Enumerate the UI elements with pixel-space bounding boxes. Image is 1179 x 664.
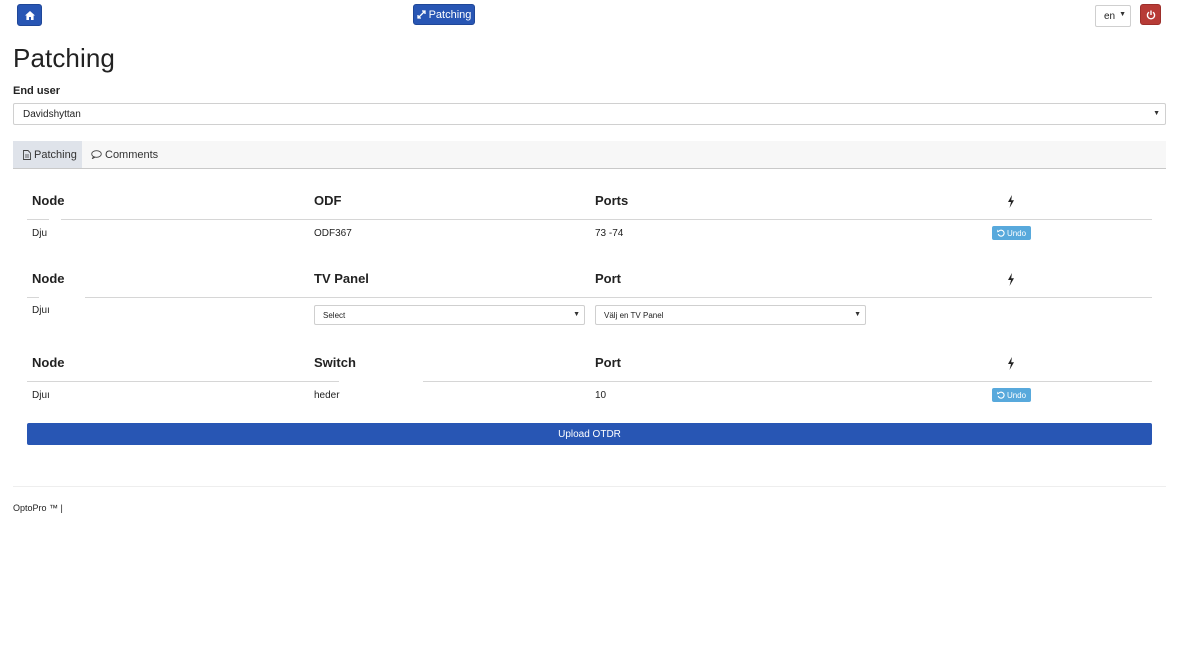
page-title: Patching (13, 43, 115, 73)
expand-arrows-icon (416, 10, 426, 19)
tv-port-select-value: Välj en TV Panel (604, 310, 664, 320)
divider (27, 381, 339, 382)
home-icon (24, 10, 35, 20)
patching-nav-button[interactable]: Patching (413, 4, 475, 25)
comment-icon (91, 150, 102, 159)
node-header: Node (32, 193, 65, 208)
tv-panel-select-value: Select (323, 310, 346, 320)
tv-port-select[interactable]: Välj en TV Panel ▼ (595, 305, 866, 325)
chevron-down-icon: ▼ (1119, 11, 1126, 18)
undo-icon (997, 229, 1005, 237)
undo-button[interactable]: Undo (992, 226, 1031, 240)
node-header: Node (32, 355, 65, 370)
footer-divider (13, 486, 1166, 487)
lightning-icon (1008, 195, 1014, 208)
undo-icon (997, 391, 1005, 399)
undo-button[interactable]: Undo (992, 388, 1031, 402)
divider (423, 381, 1152, 382)
tv-panel-select[interactable]: Select ▼ (314, 305, 585, 325)
switch-header: Switch (314, 355, 356, 370)
home-button[interactable] (17, 4, 42, 26)
ports-cell: 73 -74 (595, 228, 624, 239)
odf-node-cell: Dju (32, 228, 48, 239)
end-user-select[interactable]: Davidshyttan ▼ (13, 103, 1166, 125)
chevron-down-icon: ▼ (1153, 110, 1160, 117)
chevron-down-icon: ▼ (573, 311, 580, 318)
tab-comments[interactable]: Comments (91, 141, 158, 168)
patching-panel: Node ODF Ports Dju ODF367 73 -74 Undo No… (13, 169, 1166, 460)
undo-label: Undo (1006, 228, 1027, 238)
end-user-label: End user (13, 85, 61, 97)
language-select[interactable]: en ▼ (1095, 5, 1131, 27)
lightning-icon (1008, 273, 1014, 286)
odf-cell: ODF367 (314, 228, 352, 239)
tab-patching-label: Patching (34, 148, 77, 161)
tv-node-cell: Djuı (32, 305, 50, 316)
power-icon (1146, 10, 1155, 19)
divider (27, 219, 49, 220)
divider (61, 219, 1152, 220)
lightning-icon (1008, 357, 1014, 370)
tab-patching[interactable]: Patching (13, 141, 82, 168)
patching-nav-label: Patching (428, 8, 472, 21)
tv-panel-header: TV Panel (314, 271, 369, 286)
top-navbar: Patching en ▼ (0, 0, 1179, 32)
tv-panel-section: Node TV Panel Port Djuı Select ▼ Välj en… (27, 271, 1152, 331)
undo-label: Undo (1006, 390, 1027, 400)
chevron-down-icon: ▼ (854, 311, 861, 318)
tab-bar: Patching Comments (13, 141, 1166, 169)
divider (27, 297, 39, 298)
switch-port-cell: 10 (595, 390, 607, 401)
tab-comments-label: Comments (105, 148, 159, 161)
odf-section: Node ODF Ports Dju ODF367 73 -74 Undo (27, 193, 1152, 243)
ports-header: Ports (595, 193, 629, 208)
logout-button[interactable] (1140, 4, 1161, 25)
switch-section: Node Switch Port Djuı heder 10 Undo (27, 355, 1152, 405)
divider (85, 297, 1152, 298)
end-user-value: Davidshyttan (23, 108, 81, 120)
switch-cell: heder (314, 390, 340, 401)
port-header: Port (595, 271, 621, 286)
node-header: Node (32, 271, 65, 286)
language-value: en (1104, 10, 1116, 22)
document-icon (23, 149, 31, 160)
switch-node-cell: Djuı (32, 390, 50, 401)
upload-otdr-button[interactable]: Upload OTDR (27, 423, 1152, 445)
port-header: Port (595, 355, 621, 370)
footer-text: OptoPro ™ | (13, 503, 63, 513)
odf-header: ODF (314, 193, 342, 208)
